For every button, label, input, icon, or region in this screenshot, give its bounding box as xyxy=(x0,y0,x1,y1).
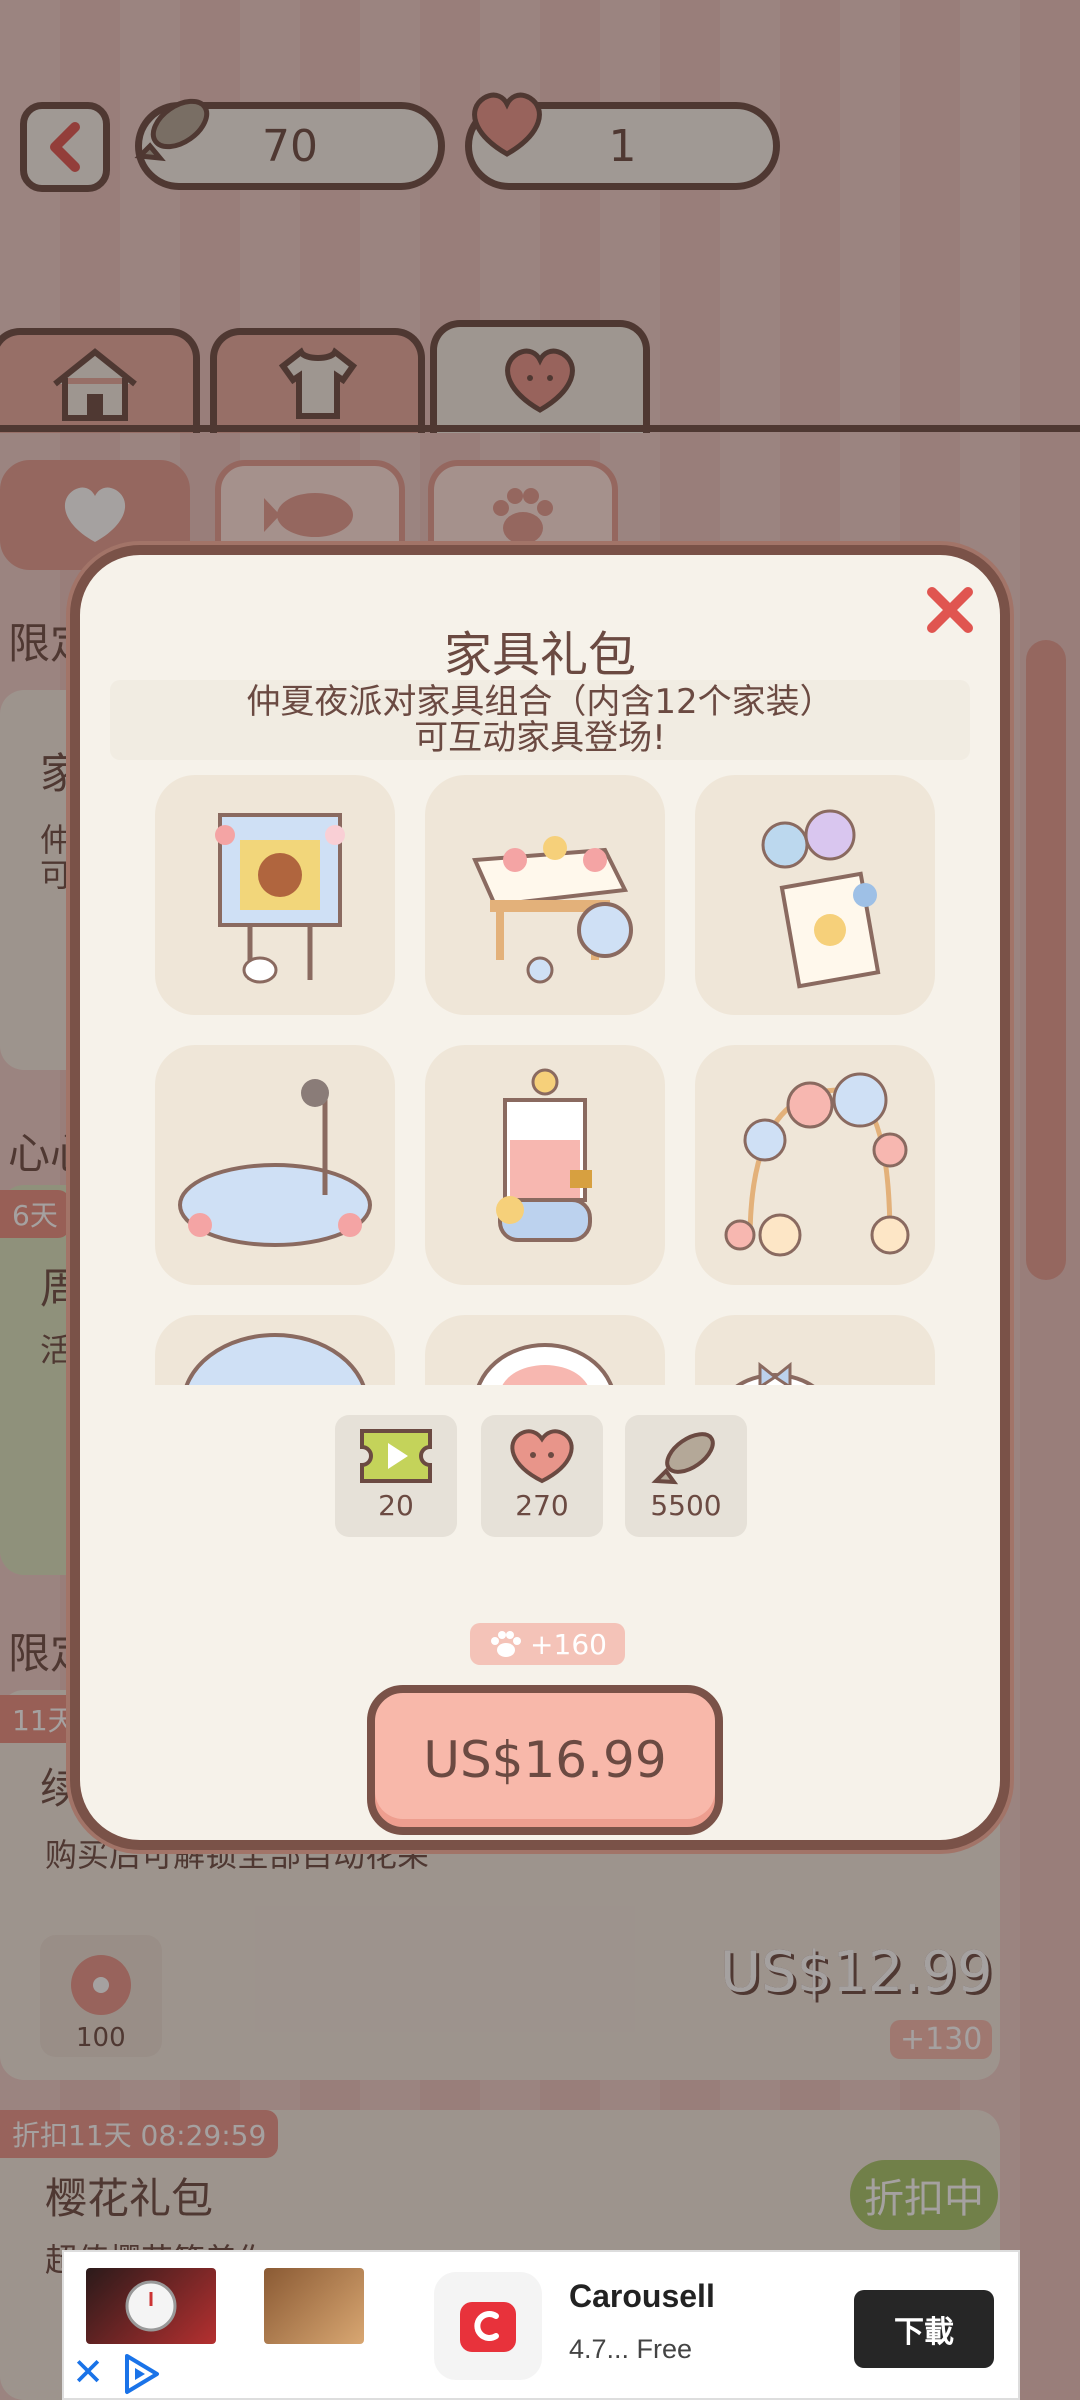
ad-image-watch[interactable] xyxy=(86,2268,216,2344)
close-icon[interactable]: ✕ xyxy=(68,2352,108,2392)
reward-value: 20 xyxy=(378,1489,414,1522)
balloon-sign-icon xyxy=(761,809,881,989)
play-store-icon[interactable] xyxy=(119,2352,163,2396)
reward-tile: 270 xyxy=(481,1415,603,1537)
ad-app-name[interactable]: Carousell xyxy=(569,2278,715,2315)
furniture-item-stage[interactable] xyxy=(155,1045,395,1285)
juice-dispenser-icon xyxy=(496,1068,592,1242)
flower-cart-icon xyxy=(472,836,633,984)
furniture-item-poster[interactable] xyxy=(155,775,395,1015)
plate-icon xyxy=(184,1333,366,1385)
gift-icon xyxy=(735,1361,815,1385)
furniture-item-plate[interactable] xyxy=(155,1315,395,1385)
app-logo[interactable] xyxy=(434,2272,542,2380)
reward-tile: 5500 xyxy=(625,1415,747,1537)
heart-icon xyxy=(510,1429,574,1484)
furniture-item-cart[interactable] xyxy=(425,775,665,1015)
ad-rating: 4.7... Free xyxy=(569,2334,693,2364)
install-button[interactable]: 下載 xyxy=(854,2290,994,2368)
ticket-icon xyxy=(360,1429,432,1483)
furniture-item-gift[interactable] xyxy=(695,1315,935,1385)
furniture-item-cake[interactable] xyxy=(425,1315,665,1385)
paw-icon xyxy=(491,1631,522,1657)
ad-image-furniture[interactable] xyxy=(264,2268,364,2344)
balloon-arch-icon xyxy=(724,1072,910,1257)
reward-list: 20 270 5500 xyxy=(335,1415,755,1540)
reward-value: 270 xyxy=(515,1489,569,1522)
watch-icon xyxy=(125,2280,177,2332)
furniture-grid[interactable] xyxy=(155,775,945,1385)
dialog-description: 仲夏夜派对家具组合（内含12个家装） 可互动家具登场! xyxy=(110,680,970,760)
paw-bonus-value: +160 xyxy=(530,1627,607,1661)
ad-banner[interactable]: ✕ Carousell 4.7... Free 下載 xyxy=(62,2250,1020,2400)
furniture-pack-dialog: 家具礼包 仲夏夜派对家具组合（内含12个家装） 可互动家具登场! 20 270 … xyxy=(70,545,1010,1850)
furniture-item-sign[interactable] xyxy=(695,775,935,1015)
paw-bonus-badge: +160 xyxy=(470,1623,625,1665)
reward-value: 5500 xyxy=(650,1489,722,1522)
reward-tile: 20 xyxy=(335,1415,457,1537)
buy-button[interactable]: US$16.99 xyxy=(367,1685,723,1835)
stage-mic-icon xyxy=(178,1079,372,1247)
carousell-logo-icon xyxy=(460,2302,516,2352)
cake-icon xyxy=(476,1343,614,1385)
dialog-title: 家具礼包 xyxy=(443,627,636,683)
dialog-desc-line2: 可互动家具登场! xyxy=(414,718,666,758)
furniture-item-arch[interactable] xyxy=(695,1045,935,1285)
furniture-item-dispenser[interactable] xyxy=(425,1045,665,1285)
poster-stand-icon xyxy=(215,813,345,984)
fish-icon xyxy=(651,1432,715,1485)
dialog-desc-line1: 仲夏夜派对家具组合（内含12个家装） xyxy=(246,682,834,722)
